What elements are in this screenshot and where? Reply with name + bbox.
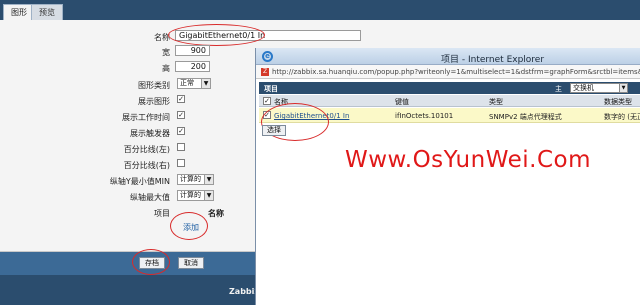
width-field[interactable]: 900 xyxy=(175,45,210,56)
popup-title: 项目 - Internet Explorer xyxy=(441,55,545,65)
percentile-right-label: 百分比线(右) xyxy=(123,161,170,170)
ymax-select[interactable]: 计算的 ▼ xyxy=(177,190,214,201)
item-type: SNMPv2 端点代理程式 xyxy=(489,113,562,121)
ie-logo-icon: e xyxy=(262,51,273,62)
tab-bar: 图形 预览 xyxy=(0,0,640,20)
chevron-down-icon: ▼ xyxy=(619,84,627,92)
column-key[interactable]: 键值 xyxy=(395,97,409,107)
chevron-down-icon: ▼ xyxy=(204,175,213,184)
select-all-checkbox[interactable]: ✓ xyxy=(263,97,271,105)
popup-header-title: 项目 xyxy=(264,85,278,93)
column-data-type[interactable]: 数据类型 xyxy=(604,97,632,107)
popup-header: 项目 主 交换机 ▼ xyxy=(259,82,640,94)
items-table-header: ✓ 名称 键值 类型 数据类型 xyxy=(259,95,640,107)
graph-type-select[interactable]: 正常 ▼ xyxy=(177,78,211,89)
annotation-circle xyxy=(170,212,208,240)
ymin-value: 计算的 xyxy=(180,175,201,183)
height-label: 高 xyxy=(162,64,170,73)
item-data-type: 数字的 (无正 xyxy=(604,113,640,121)
ie-popup-window: e 项目 - Internet Explorer Z http://zabbix… xyxy=(255,48,640,305)
chevron-down-icon: ▼ xyxy=(201,79,210,88)
page-icon: Z xyxy=(261,68,269,76)
ymin-select[interactable]: 计算的 ▼ xyxy=(177,174,214,185)
address-bar[interactable]: Z http://zabbix.sa.huanqiu.com/popup.php… xyxy=(256,65,640,79)
height-field[interactable]: 200 xyxy=(175,61,210,72)
show-working-time-label: 展示工作时间 xyxy=(122,113,170,122)
width-label: 宽 xyxy=(162,48,170,57)
popup-titlebar[interactable]: e 项目 - Internet Explorer xyxy=(256,48,640,65)
show-legend-label: 展示图形 xyxy=(138,97,170,106)
host-label: 主 xyxy=(555,85,562,93)
percentile-right-checkbox[interactable] xyxy=(177,159,185,167)
select-button[interactable]: 选择 xyxy=(262,125,286,136)
host-value: 交换机 xyxy=(573,84,594,92)
items-label: 项目 xyxy=(154,209,170,218)
cancel-button[interactable]: 取消 xyxy=(178,257,204,269)
annotation-circle xyxy=(168,24,265,46)
host-select[interactable]: 交换机 ▼ xyxy=(570,83,628,93)
ymax-label: 纵轴最大值 xyxy=(130,193,170,202)
item-key: ifInOctets.10101 xyxy=(395,112,454,120)
graph-type-value: 正常 xyxy=(180,79,194,87)
show-working-time-checkbox[interactable]: ✓ xyxy=(177,111,185,119)
url-text: http://zabbix.sa.huanqiu.com/popup.php?w… xyxy=(272,68,640,76)
ymax-value: 计算的 xyxy=(180,191,201,199)
tab-preview[interactable]: 预览 xyxy=(31,4,63,20)
items-name-header: 名称 xyxy=(208,209,224,218)
ymin-label: 纵轴Y最小值MIN xyxy=(109,177,170,186)
show-legend-checkbox[interactable]: ✓ xyxy=(177,95,185,103)
percentile-left-label: 百分比线(左) xyxy=(123,145,170,154)
graph-type-label: 图形类别 xyxy=(138,81,170,90)
column-type[interactable]: 类型 xyxy=(489,97,503,107)
watermark-text: Www.OsYunWei.Com xyxy=(345,147,591,173)
show-triggers-label: 展示触发器 xyxy=(130,129,170,138)
percentile-left-checkbox[interactable] xyxy=(177,143,185,151)
chevron-down-icon: ▼ xyxy=(204,191,213,200)
annotation-circle xyxy=(132,249,170,275)
show-triggers-checkbox[interactable]: ✓ xyxy=(177,127,185,135)
